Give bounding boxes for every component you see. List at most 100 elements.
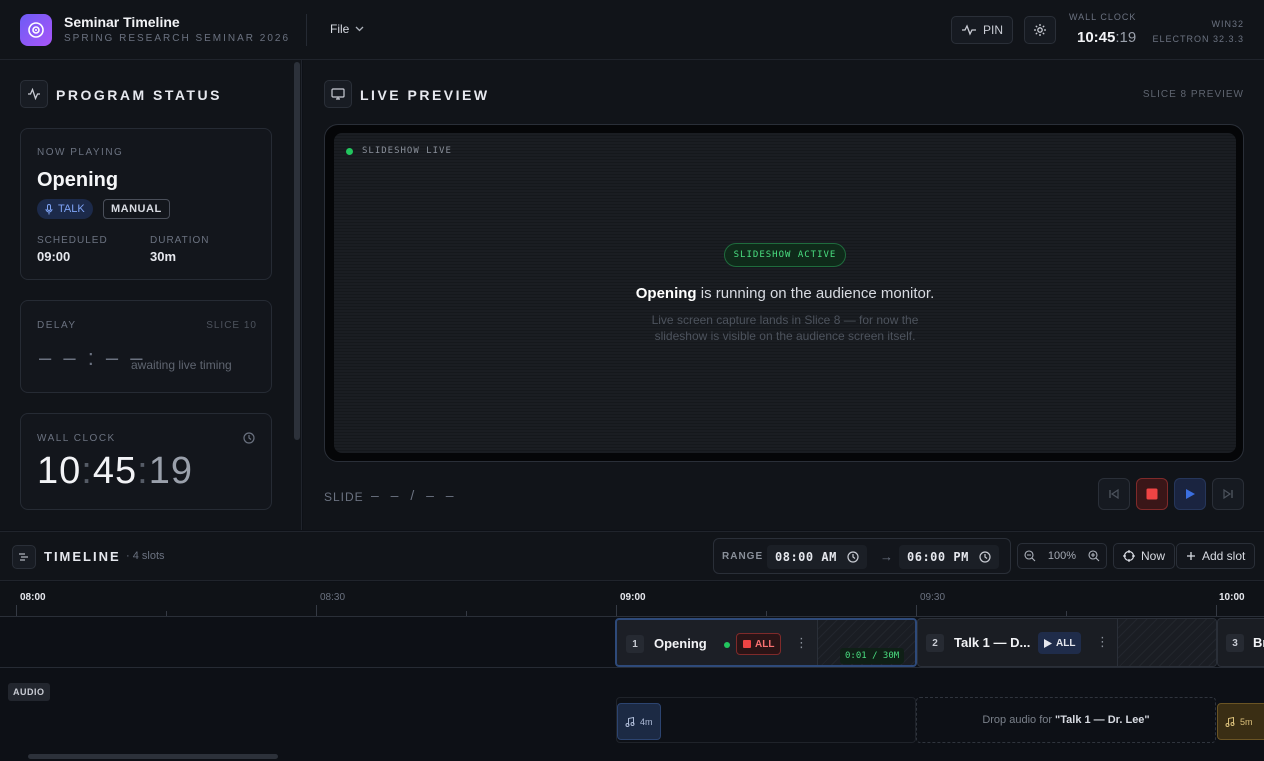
program-status-title: PROGRAM STATUS <box>56 87 222 103</box>
drop-prefix: Drop audio for <box>982 714 1053 726</box>
slot-number: 2 <box>926 634 944 652</box>
range-start-value: 08:00 AM <box>775 550 837 564</box>
slot-talk-1[interactable]: 2 Talk 1 — D... ALL ⋮ <box>917 618 1217 667</box>
settings-button[interactable] <box>1024 16 1056 44</box>
ruler-tick <box>916 605 917 616</box>
audio-clip-opening[interactable]: 4m <box>617 703 661 740</box>
app-header: Seminar Timeline SPRING RESEARCH SEMINAR… <box>0 0 1264 60</box>
ruler-tick <box>1066 611 1067 616</box>
now-playing-title: Opening <box>37 169 119 191</box>
play-all-label: ALL <box>1056 637 1076 649</box>
slot-more-icon[interactable]: ⋮ <box>795 636 808 649</box>
drop-target: "Talk 1 — Dr. Lee" <box>1055 714 1150 726</box>
app-subtitle: SPRING RESEARCH SEMINAR 2026 <box>64 33 291 44</box>
delay-value: – – : – – <box>39 345 146 370</box>
ruler-tick <box>1216 605 1217 616</box>
music-note-icon <box>625 716 635 727</box>
scheduled-label: SCHEDULED <box>37 235 108 246</box>
ruler-label-0930: 09:30 <box>920 592 946 603</box>
add-slot-button[interactable]: Add slot <box>1176 543 1256 569</box>
now-playing-card: NOW PLAYING Opening TALK MANUAL SCHEDULE… <box>20 128 272 280</box>
stop-slideshow-button[interactable] <box>1136 478 1168 510</box>
crosshair-icon <box>1123 550 1135 562</box>
now-playing-label: NOW PLAYING <box>37 147 124 158</box>
next-slide-button[interactable] <box>1212 478 1244 510</box>
capture-note: Live screen capture lands in Slice 8 — f… <box>651 313 919 343</box>
range-label: RANGE <box>722 551 764 562</box>
running-title: Opening <box>635 285 697 302</box>
zoom-in-icon[interactable] <box>1088 550 1100 562</box>
talk-tag-label: TALK <box>58 203 85 215</box>
duration-label: DURATION <box>150 235 210 246</box>
ruler-tick <box>16 605 17 616</box>
audience-screen: SLIDESHOW LIVE SLIDESHOW ACTIVE Opening … <box>334 133 1236 453</box>
skip-back-icon <box>1109 488 1119 500</box>
monitor-icon <box>324 80 352 108</box>
audio-lane-slot-1 <box>616 697 916 743</box>
now-button[interactable]: Now <box>1113 543 1176 569</box>
slot-break[interactable]: 3 Br <box>1217 618 1264 667</box>
clock-sep-2: : <box>137 450 149 492</box>
slide-label: SLIDE <box>324 490 364 504</box>
ruler-label-1000: 10:00 <box>1219 592 1245 603</box>
range-start-input[interactable]: 08:00 AM <box>767 545 867 569</box>
ruler-tick <box>316 605 317 616</box>
header-wall-clock-label: WALL CLOCK <box>1069 12 1137 22</box>
timeline-icon <box>12 545 36 569</box>
slot-number: 3 <box>1226 634 1244 652</box>
play-icon <box>1186 489 1195 499</box>
left-panel-scrollbar[interactable] <box>294 62 300 440</box>
previous-slide-button[interactable] <box>1098 478 1130 510</box>
duration-value: 30m <box>150 249 177 264</box>
audio-track: AUDIO 4m Drop audio for "Talk 1 — Dr. Le… <box>0 668 1264 761</box>
range-end-input[interactable]: 06:00 PM <box>899 545 999 569</box>
audio-clip-duration: 5m <box>1240 716 1253 727</box>
audio-drop-zone[interactable]: Drop audio for "Talk 1 — Dr. Lee" <box>916 697 1216 743</box>
file-menu-label: File <box>330 22 350 36</box>
slot-remaining-hatch <box>1117 619 1216 666</box>
microphone-icon <box>45 203 53 214</box>
play-slideshow-button[interactable] <box>1174 478 1206 510</box>
slot-more-icon[interactable]: ⋮ <box>1096 635 1109 648</box>
slideshow-active-badge: SLIDESHOW ACTIVE <box>724 243 846 267</box>
clock-icon <box>243 432 255 444</box>
stop-all-button[interactable]: ALL <box>736 633 782 655</box>
program-status-panel: PROGRAM STATUS NOW PLAYING Opening TALK … <box>0 60 302 530</box>
file-menu[interactable]: File <box>330 22 364 36</box>
slot-name: Opening <box>654 636 707 651</box>
platform-electron: ELECTRON 32.3.3 <box>1152 34 1244 44</box>
slot-progress: 0:01 / 30M <box>840 648 905 664</box>
slot-name: Talk 1 — D... <box>954 635 1031 650</box>
ruler-label-0900: 09:00 <box>620 592 646 603</box>
live-preview-title: LIVE PREVIEW <box>360 87 490 103</box>
gear-icon <box>1034 24 1046 36</box>
zoom-control: 100% <box>1017 543 1107 569</box>
clock-seconds: 19 <box>148 450 193 492</box>
clock-sep-1: : <box>81 450 93 492</box>
slot-opening[interactable]: 1 Opening ALL ⋮ 0:01 / 30M <box>615 618 917 667</box>
delay-card: DELAY SLICE 10 – – : – – awaiting live t… <box>20 300 272 393</box>
chevron-down-icon <box>355 26 364 32</box>
clock-hours: 10 <box>37 450 82 492</box>
ruler-tick <box>166 611 167 616</box>
slot-track: 1 Opening ALL ⋮ 0:01 / 30M 2 Talk 1 — D.… <box>0 617 1264 668</box>
preview-slice-note: SLICE 8 PREVIEW <box>1142 89 1244 100</box>
audio-clip-duration: 4m <box>640 716 653 727</box>
range-end-value: 06:00 PM <box>907 550 969 564</box>
zoom-level: 100% <box>1047 550 1077 562</box>
activity-icon <box>20 80 48 108</box>
header-wall-clock-time: 10:45:19 <box>1077 29 1136 46</box>
timeline-horizontal-scrollbar[interactable] <box>28 754 278 759</box>
audio-clip-break[interactable]: 5m <box>1217 703 1264 740</box>
ruler-label-0830: 08:30 <box>320 592 346 603</box>
play-all-button[interactable]: ALL <box>1038 632 1082 654</box>
clock-minutes: 45 <box>92 450 138 492</box>
time-ruler: 08:00 08:30 09:00 09:30 10:00 <box>0 582 1264 617</box>
zoom-out-icon[interactable] <box>1024 550 1036 562</box>
pin-button[interactable]: PIN <box>951 16 1013 44</box>
running-message-text: is running on the audience monitor. <box>696 285 935 302</box>
audience-screen-frame: SLIDESHOW LIVE SLIDESHOW ACTIVE Opening … <box>324 124 1244 462</box>
pin-button-label: PIN <box>982 23 1003 37</box>
skip-forward-icon <box>1223 488 1233 500</box>
manual-tag: MANUAL <box>103 199 170 219</box>
